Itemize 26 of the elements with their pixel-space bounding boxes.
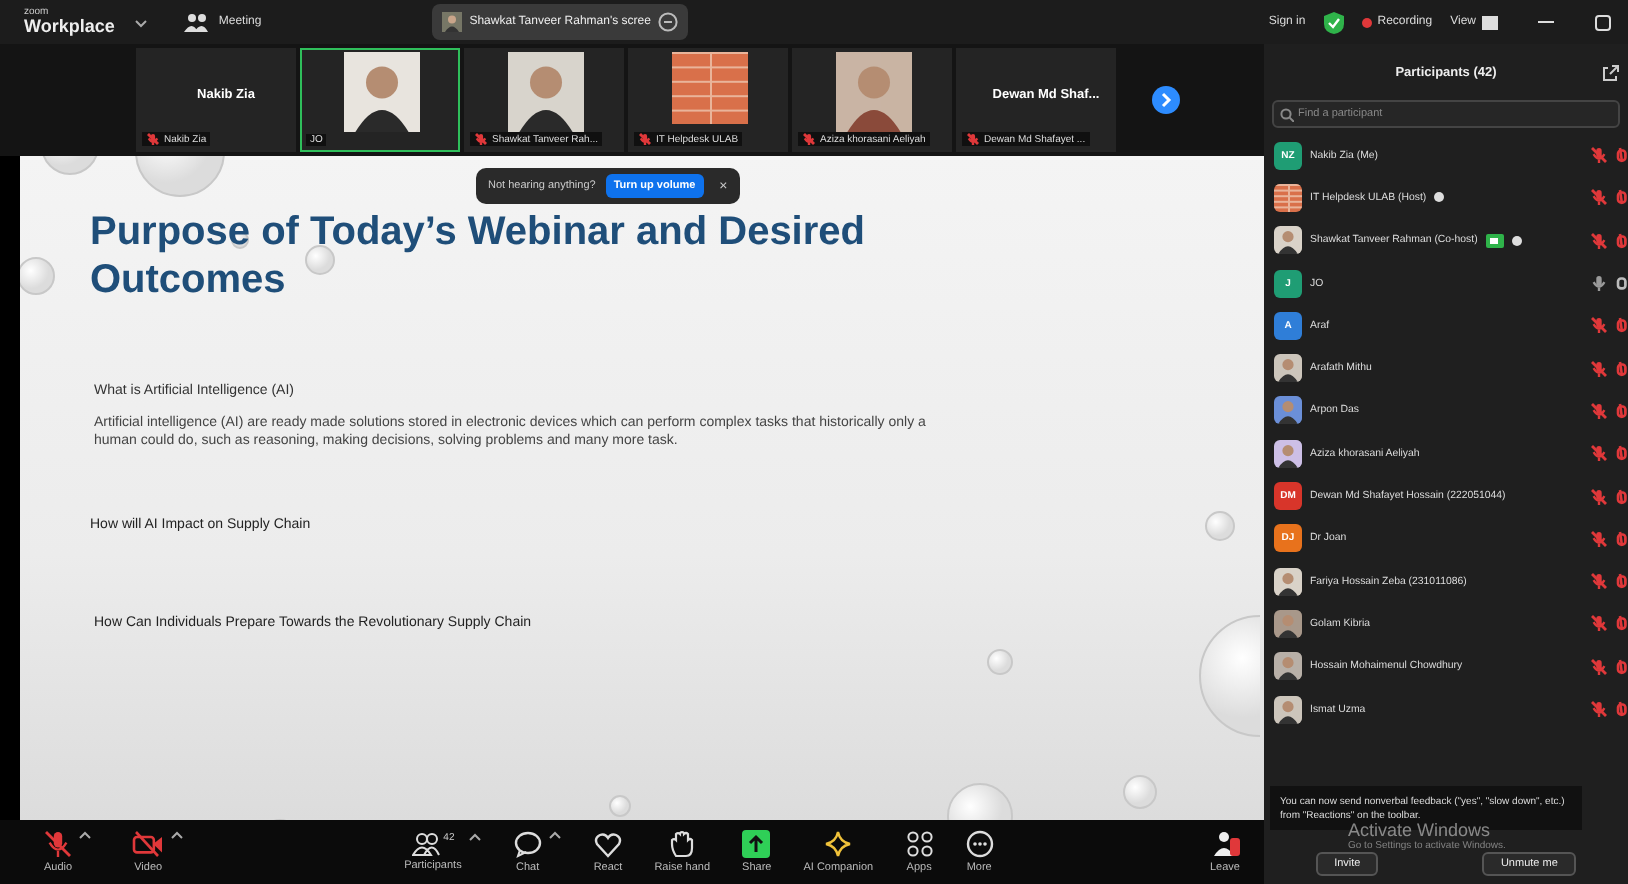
more-icon bbox=[965, 830, 994, 858]
caret-icon[interactable] bbox=[78, 830, 93, 840]
share-screen-icon bbox=[742, 830, 771, 858]
slide-title: Purpose of Today’s Webinar and Desired Outcomes bbox=[90, 208, 867, 304]
minus-circle-icon bbox=[658, 12, 679, 32]
search-icon bbox=[1280, 107, 1294, 121]
grid-view-icon bbox=[1482, 15, 1498, 29]
app-logo: Workplace bbox=[24, 18, 115, 36]
people-icon bbox=[184, 12, 209, 32]
apps-icon bbox=[905, 830, 934, 858]
recording-dot-icon bbox=[1361, 17, 1372, 27]
caret-icon[interactable] bbox=[170, 830, 185, 840]
chat-icon bbox=[513, 830, 542, 858]
hand-icon bbox=[670, 830, 695, 858]
people-icon bbox=[411, 832, 440, 856]
activation-notice-title: Activate Windows bbox=[1348, 820, 1493, 840]
caret-icon[interactable] bbox=[467, 832, 482, 842]
caret-icon bbox=[134, 17, 149, 27]
heart-icon bbox=[594, 831, 623, 857]
pop-out-icon[interactable] bbox=[1602, 64, 1620, 82]
restore-icon[interactable] bbox=[1594, 13, 1612, 31]
next-page-icon[interactable] bbox=[1152, 86, 1180, 114]
shield-check-icon bbox=[1323, 11, 1344, 33]
caret-icon[interactable] bbox=[547, 830, 562, 840]
sparkle-icon bbox=[824, 830, 853, 858]
leave-icon bbox=[1211, 830, 1239, 858]
